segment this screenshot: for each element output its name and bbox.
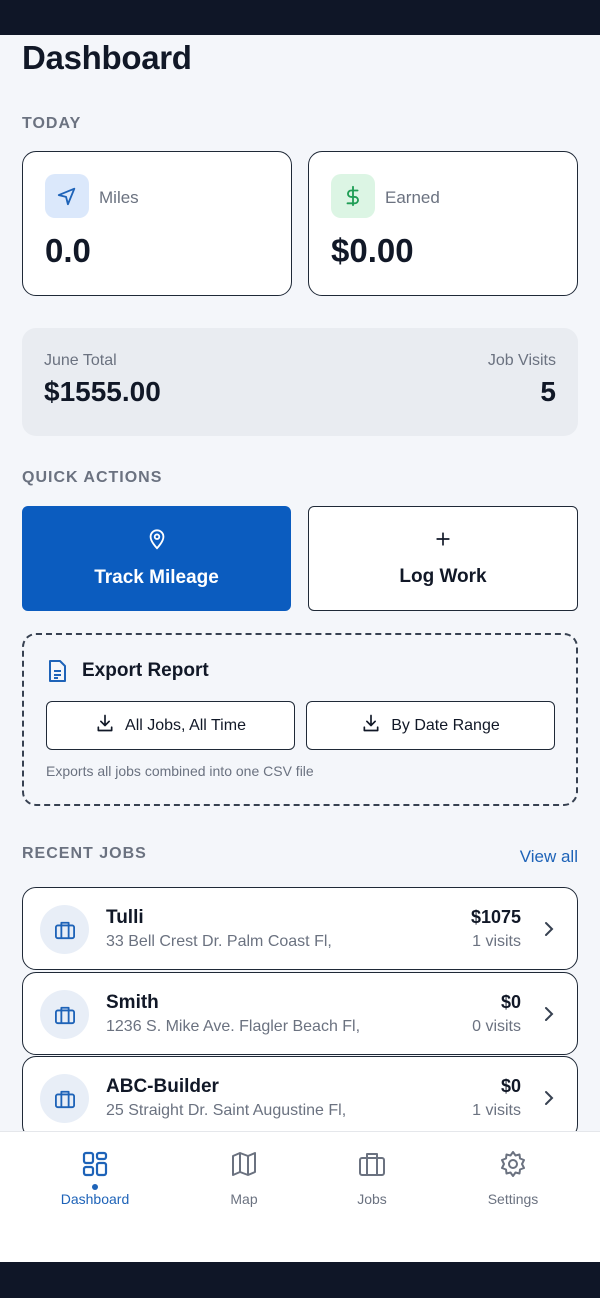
nav-map[interactable]: Map: [189, 1150, 299, 1207]
briefcase-icon: [40, 905, 89, 954]
job-address: 1236 S. Mike Ave. Flagler Beach Fl,: [106, 1018, 361, 1035]
earned-label: Earned: [385, 188, 440, 207]
gear-icon: [499, 1150, 527, 1183]
job-visits-value: 5: [540, 376, 556, 407]
log-work-label: Log Work: [399, 566, 487, 587]
nav-dashboard[interactable]: Dashboard: [40, 1150, 150, 1207]
log-work-button[interactable]: Log Work: [308, 506, 578, 611]
map-icon: [230, 1150, 258, 1183]
month-total-value: $1555.00: [44, 376, 161, 407]
earned-value: $0.00: [331, 232, 414, 269]
miles-label: Miles: [99, 188, 139, 207]
chevron-right-icon: [543, 920, 555, 943]
plus-icon: [433, 529, 453, 554]
month-total-label: June Total: [44, 352, 117, 369]
download-icon: [361, 713, 381, 738]
job-visits: 0 visits: [472, 1018, 521, 1035]
chevron-right-icon: [543, 1005, 555, 1028]
job-card[interactable]: ABC-Builder 25 Straight Dr. Saint August…: [22, 1056, 578, 1139]
dashboard-grid-icon: [81, 1150, 109, 1183]
miles-value: 0.0: [45, 232, 91, 269]
nav-dashboard-label: Dashboard: [60, 1191, 130, 1207]
nav-jobs-label: Jobs: [357, 1191, 387, 1207]
status-bar: [0, 0, 600, 35]
active-indicator-dot: [92, 1184, 98, 1190]
export-all-jobs-label: All Jobs, All Time: [125, 716, 246, 734]
today-section-label: TODAY: [22, 115, 82, 132]
export-report-panel: Export Report All Jobs, All Time By Date…: [22, 633, 578, 806]
month-summary-card: June Total $1555.00 Job Visits 5: [22, 328, 578, 436]
job-card[interactable]: Smith 1236 S. Mike Ave. Flagler Beach Fl…: [22, 972, 578, 1055]
job-card[interactable]: Tulli 33 Bell Crest Dr. Palm Coast Fl, $…: [22, 887, 578, 970]
nav-settings[interactable]: Settings: [458, 1150, 568, 1207]
briefcase-icon: [358, 1150, 386, 1183]
recent-jobs-section-label: RECENT JOBS: [22, 845, 147, 862]
track-mileage-button[interactable]: Track Mileage: [22, 506, 291, 611]
job-visits-label: Job Visits: [487, 352, 556, 369]
system-navigation-bar: [0, 1262, 600, 1298]
job-name: Tulli: [106, 907, 144, 928]
job-name: Smith: [106, 992, 159, 1013]
export-date-range-button[interactable]: By Date Range: [306, 701, 555, 750]
view-all-link[interactable]: View all: [520, 847, 578, 867]
job-visits: 1 visits: [472, 1102, 521, 1119]
job-address: 33 Bell Crest Dr. Palm Coast Fl,: [106, 933, 332, 950]
export-all-jobs-button[interactable]: All Jobs, All Time: [46, 701, 295, 750]
export-date-range-label: By Date Range: [391, 716, 500, 734]
track-mileage-label: Track Mileage: [94, 567, 219, 588]
chevron-right-icon: [543, 1089, 555, 1112]
job-amount: $0: [500, 1076, 521, 1096]
quick-actions-section-label: QUICK ACTIONS: [22, 469, 163, 486]
nav-jobs[interactable]: Jobs: [317, 1150, 427, 1207]
dashboard-screen: Dashboard TODAY Miles 0.0 Earned $0.00 J…: [0, 35, 600, 1262]
job-visits: 1 visits: [472, 933, 521, 950]
dollar-icon: [331, 174, 375, 218]
job-amount: $0: [500, 992, 521, 1012]
download-icon: [95, 713, 115, 738]
briefcase-icon: [40, 990, 89, 1039]
miles-card[interactable]: Miles 0.0: [22, 151, 292, 296]
location-pin-icon: [146, 528, 168, 555]
page-title: Dashboard: [22, 39, 192, 76]
navigation-arrow-icon: [45, 174, 89, 218]
export-report-title: Export Report: [82, 660, 209, 681]
job-address: 25 Straight Dr. Saint Augustine Fl,: [106, 1102, 347, 1119]
export-note: Exports all jobs combined into one CSV f…: [46, 763, 314, 779]
earned-card[interactable]: Earned $0.00: [308, 151, 578, 296]
bottom-navigation: Dashboard Map Jobs Settings: [0, 1131, 600, 1262]
job-name: ABC-Builder: [106, 1076, 219, 1097]
briefcase-icon: [40, 1074, 89, 1123]
nav-settings-label: Settings: [487, 1191, 539, 1207]
job-amount: $1075: [470, 907, 521, 927]
nav-map-label: Map: [230, 1191, 258, 1207]
document-icon: [46, 659, 68, 688]
